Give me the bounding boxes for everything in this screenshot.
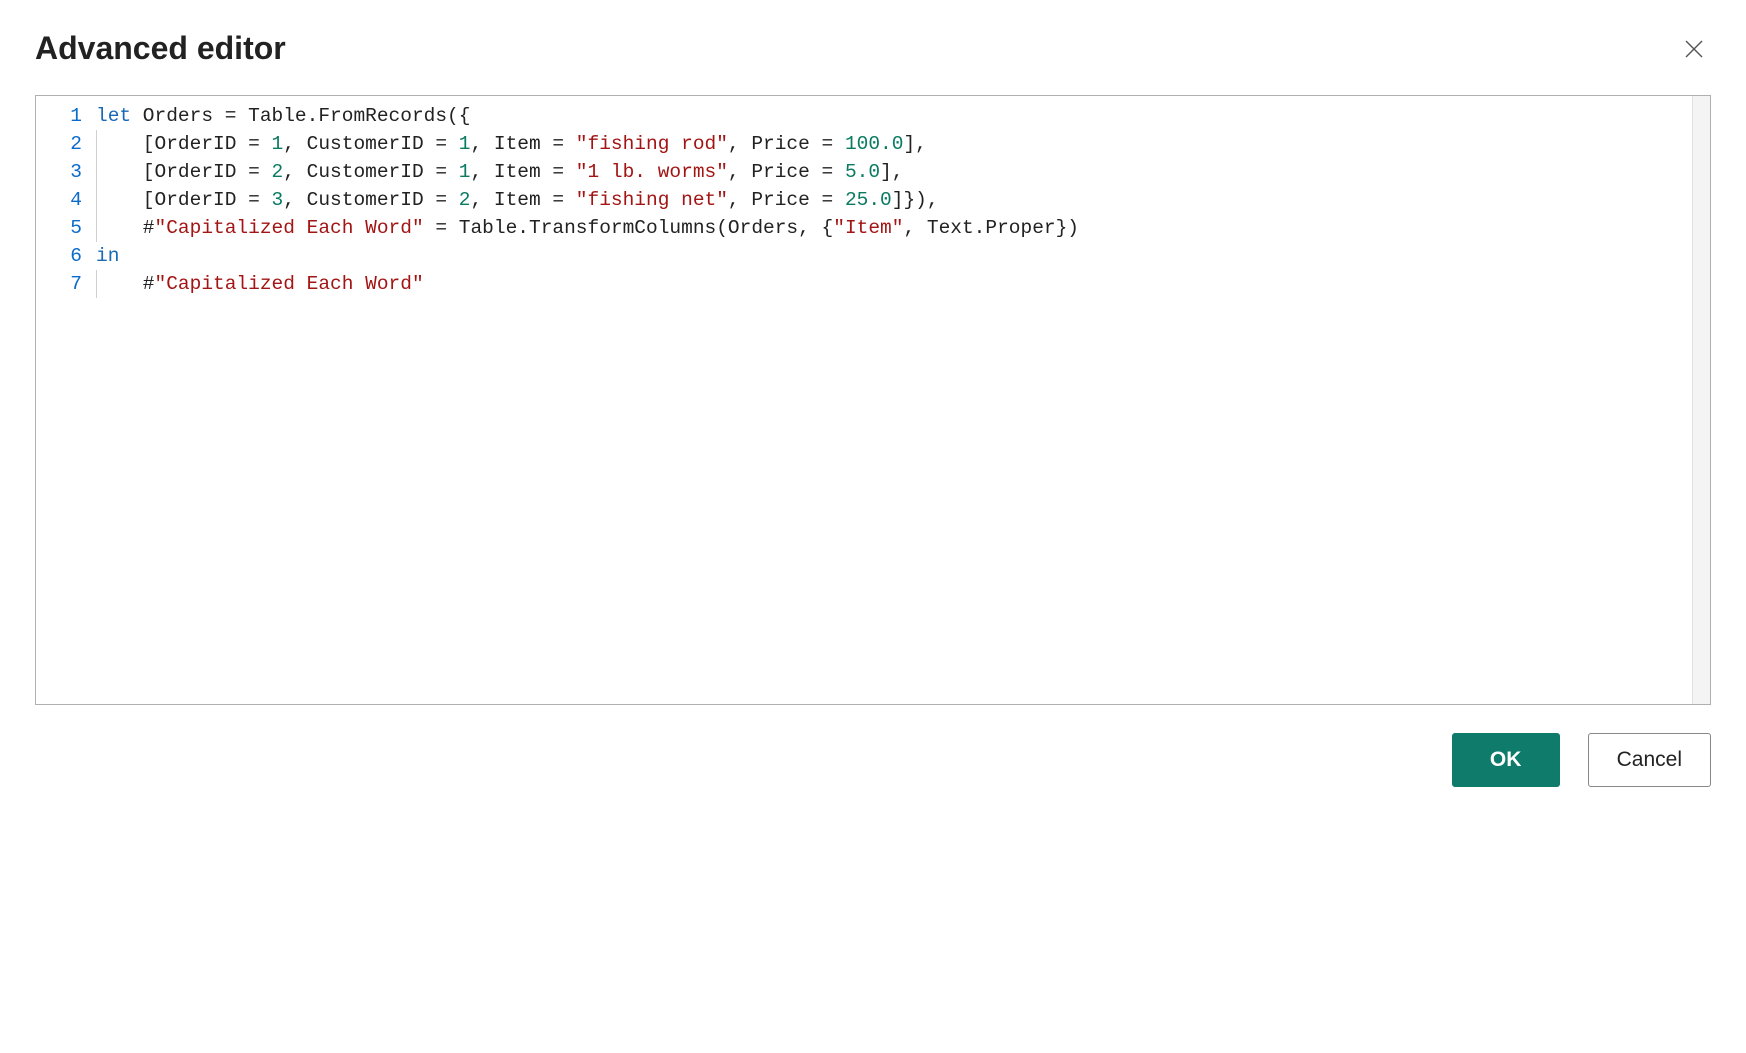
code-line: let Orders = Table.FromRecords({ bbox=[96, 102, 1710, 130]
ok-button-label: OK bbox=[1490, 748, 1522, 772]
line-number: 2 bbox=[36, 130, 82, 158]
cancel-button[interactable]: Cancel bbox=[1588, 733, 1711, 787]
code-line: #"Capitalized Each Word" = Table.Transfo… bbox=[96, 214, 1710, 242]
code-line: [OrderID = 1, CustomerID = 1, Item = "fi… bbox=[96, 130, 1710, 158]
close-icon bbox=[1683, 38, 1705, 60]
line-number: 6 bbox=[36, 242, 82, 270]
line-number: 3 bbox=[36, 158, 82, 186]
line-number: 4 bbox=[36, 186, 82, 214]
cancel-button-label: Cancel bbox=[1617, 748, 1682, 772]
line-number-gutter: 1234567 bbox=[36, 102, 96, 298]
line-number: 7 bbox=[36, 270, 82, 298]
dialog-header: Advanced editor bbox=[35, 30, 1711, 67]
close-button[interactable] bbox=[1677, 32, 1711, 66]
dialog-title: Advanced editor bbox=[35, 30, 286, 67]
dialog-footer: OK Cancel bbox=[35, 733, 1711, 787]
line-number: 5 bbox=[36, 214, 82, 242]
ok-button[interactable]: OK bbox=[1452, 733, 1560, 787]
code-line: [OrderID = 3, CustomerID = 2, Item = "fi… bbox=[96, 186, 1710, 214]
code-content[interactable]: let Orders = Table.FromRecords({ [OrderI… bbox=[96, 102, 1710, 298]
line-number: 1 bbox=[36, 102, 82, 130]
code-line: [OrderID = 2, CustomerID = 1, Item = "1 … bbox=[96, 158, 1710, 186]
code-line: #"Capitalized Each Word" bbox=[96, 270, 1710, 298]
code-editor[interactable]: 1234567 let Orders = Table.FromRecords({… bbox=[35, 95, 1711, 705]
code-line: in bbox=[96, 242, 1710, 270]
editor-scrollbar[interactable] bbox=[1692, 96, 1710, 704]
